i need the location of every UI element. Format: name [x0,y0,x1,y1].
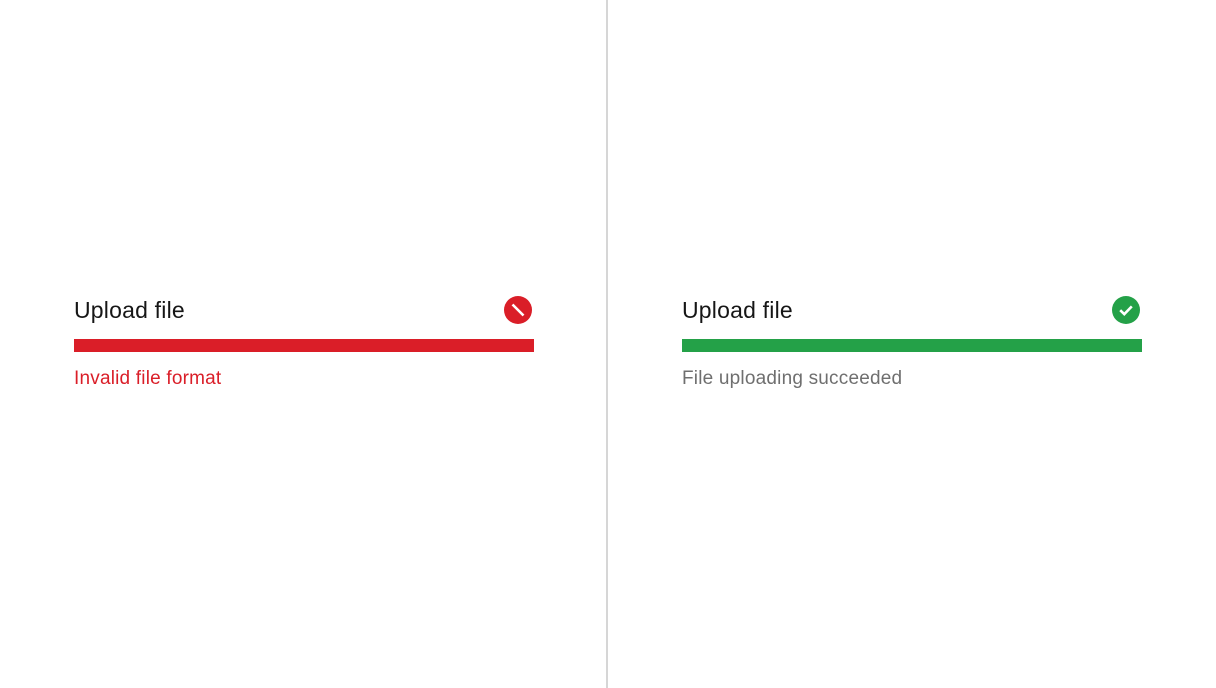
progress-fill [682,339,1142,352]
progress-track [74,339,534,352]
success-panel: Upload file File uploading succeeded [608,0,1214,688]
error-progress-indicator: Upload file Invalid file format [74,294,534,389]
progress-title: Upload file [74,297,185,323]
success-message: File uploading succeeded [682,368,903,389]
error-blocked-icon [504,296,532,324]
success-progress-indicator: Upload file File uploading succeeded [682,294,1142,389]
checkmark-filled-icon [1112,296,1140,324]
error-panel: Upload file Invalid file format [0,0,606,688]
progress-title: Upload file [682,297,793,323]
progress-header: Upload file [682,294,1142,326]
comparison-stage: Upload file Invalid file format Upload f… [0,0,1216,688]
progress-track [682,339,1142,352]
progress-header: Upload file [74,294,534,326]
error-message: Invalid file format [74,368,222,389]
progress-fill [74,339,534,352]
